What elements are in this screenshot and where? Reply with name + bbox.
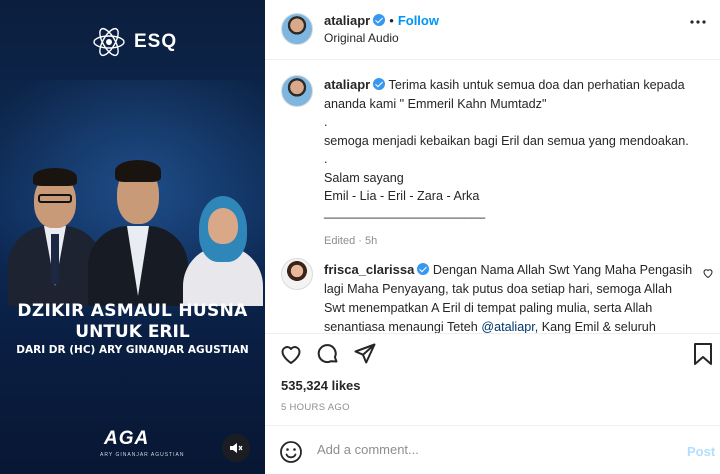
emoji-icon[interactable]: [279, 440, 303, 464]
esq-logo: ESQ: [92, 25, 177, 59]
verified-badge-icon: [373, 78, 386, 90]
comment-mention-link[interactable]: @ataliapr: [481, 320, 534, 334]
media-title-line-2: UNTUK ERIL: [75, 322, 190, 342]
comment-icon[interactable]: [316, 342, 340, 366]
caption-avatar[interactable]: [281, 75, 313, 107]
post-comment-button[interactable]: Post: [687, 444, 715, 459]
save-icon[interactable]: [692, 342, 714, 366]
comment-box-divider: [265, 425, 720, 426]
follow-button[interactable]: Follow: [398, 13, 439, 28]
caption-line-3: semoga menjadi kebaikan bagi Eril dan se…: [324, 133, 689, 148]
share-icon[interactable]: [353, 342, 377, 366]
post-caption: ataliapr Terima kasih untuk semua doa da…: [324, 76, 709, 250]
mute-button[interactable]: [222, 434, 250, 462]
actions-divider: [265, 333, 720, 334]
caption-line-6: Emil - Lia - Eril - Zara - Arka: [324, 189, 480, 203]
commenter-avatar[interactable]: [281, 258, 313, 290]
author-username[interactable]: ataliapr: [324, 13, 370, 28]
aga-logo: AGA: [104, 428, 150, 449]
comment-item: frisca_clarissa Dengan Nama Allah Swt Ya…: [324, 260, 694, 337]
post-timestamp: 5 HOURS AGO: [281, 402, 350, 413]
more-options-icon[interactable]: [688, 12, 708, 32]
post-header: ataliapr • Follow: [324, 12, 439, 30]
author-avatar[interactable]: [281, 13, 313, 45]
caption-line-4: .: [324, 152, 328, 166]
media-title-line-3: DARI DR (HC) ARY GINANJAR AGUSTIAN: [16, 344, 249, 356]
likes-count[interactable]: 535,324 likes: [281, 378, 361, 393]
verified-badge-icon: [373, 14, 386, 26]
person-figure-center: [88, 154, 188, 306]
like-icon[interactable]: [279, 342, 303, 366]
post-media[interactable]: ESQ DZIKIR ASMAUL HUSNA UNTUK ERIL DARI …: [0, 0, 265, 474]
header-divider: [265, 59, 720, 60]
esq-logo-text: ESQ: [134, 31, 178, 52]
comment-text-end: , Kang Emil & seluruh: [534, 320, 656, 334]
comment-like-icon[interactable]: [702, 267, 714, 279]
audio-label[interactable]: Original Audio: [324, 31, 399, 45]
caption-username[interactable]: ataliapr: [324, 77, 370, 92]
media-title-line-1: DZIKIR ASMAUL HUSNA: [17, 301, 248, 321]
aga-logo-subtext: ARY GINANJAR AGUSTIAN: [100, 452, 185, 458]
post-details-panel: ataliapr • Follow Original Audio ataliapr …: [265, 0, 720, 474]
verified-badge-icon: [417, 263, 430, 275]
caption-meta: Edited · 5h: [324, 234, 378, 247]
person-figure-right: [183, 184, 263, 306]
add-comment-input[interactable]: [317, 442, 637, 457]
separator-dot: •: [389, 13, 394, 28]
caption-line-2: .: [324, 115, 328, 129]
caption-line-7: _______________________: [324, 204, 486, 219]
commenter-username[interactable]: frisca_clarissa: [324, 262, 414, 277]
speaker-muted-icon: [230, 443, 243, 453]
caption-line-5: Salam sayang: [324, 170, 404, 185]
atom-icon: [93, 27, 125, 57]
